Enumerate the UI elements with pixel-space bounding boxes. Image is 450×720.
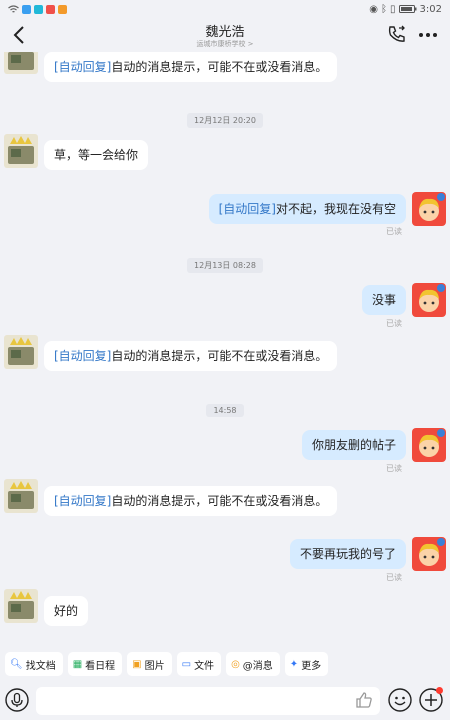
status-bar: ◉ ᛒ ▯ 3:02 xyxy=(0,0,450,18)
message-text: 对不起，我现在没有空 xyxy=(275,202,396,216)
message-bubble[interactable]: 好的 xyxy=(44,596,89,626)
voice-input-icon[interactable] xyxy=(5,688,29,712)
message-bubble[interactable]: [自动回复]对不起，我现在没有空 xyxy=(208,194,406,224)
input-row xyxy=(0,684,450,718)
message-text: 不要再玩我的号了 xyxy=(299,547,396,561)
app-icon-red xyxy=(46,4,55,14)
read-receipt: 已读 xyxy=(386,319,402,328)
message-bubble[interactable]: [自动回复]自动的消息提示，可能不在或没看消息。 xyxy=(44,341,338,371)
bluetooth-icon: ᛒ xyxy=(381,3,388,15)
timestamp: 12月12日 20:20 xyxy=(0,108,450,128)
wifi-icon xyxy=(8,4,19,12)
contact-avatar[interactable] xyxy=(4,134,38,168)
message-text: 自动的消息提示，可能不在或没看消息。 xyxy=(111,494,328,508)
message-text: 草，等一会给你 xyxy=(54,148,139,162)
quick-mention-button[interactable]: ◎ @消息 xyxy=(226,652,280,676)
eye-icon: ◉ xyxy=(369,3,379,15)
folder-icon: ▭ xyxy=(181,658,192,670)
contact-avatar[interactable] xyxy=(4,335,38,369)
message-text: 自动的消息提示，可能不在或没看消息。 xyxy=(111,349,328,363)
message-list[interactable]: [自动回复]自动的消息提示，可能不在或没看消息。 12月12日 20:20 草，… xyxy=(0,52,450,648)
contact-avatar[interactable] xyxy=(4,479,38,513)
status-left xyxy=(8,4,67,14)
quick-schedule-button[interactable]: ▦ 看日程 xyxy=(67,652,123,676)
app-icon-orange xyxy=(58,4,67,14)
battery-icon xyxy=(398,5,417,13)
quick-image-button[interactable]: ▣ 图片 xyxy=(127,652,172,676)
quick-more-button[interactable]: ✦ 更多 xyxy=(284,652,329,676)
app-icon-blue xyxy=(22,4,31,14)
message-bubble[interactable]: 草，等一会给你 xyxy=(44,140,149,170)
auto-reply-tag: [自动回复] xyxy=(218,202,276,216)
self-avatar[interactable] xyxy=(412,283,446,317)
calendar-icon: ▦ xyxy=(72,658,83,670)
more-apps-icon: ✦ xyxy=(289,658,299,670)
contact-school[interactable]: 运城市康桥学校 > xyxy=(0,39,450,49)
thumbs-up-icon[interactable] xyxy=(354,690,374,710)
read-receipt: 已读 xyxy=(386,464,402,473)
image-icon: ▣ xyxy=(132,658,142,670)
vibrate-icon: ▯ xyxy=(390,3,396,15)
message-bubble[interactable]: [自动回复]自动的消息提示，可能不在或没看消息。 xyxy=(44,486,338,516)
notification-dot xyxy=(436,687,443,694)
message-input[interactable] xyxy=(36,687,380,715)
message-bubble[interactable]: 你朋友删的帖子 xyxy=(301,430,406,460)
self-avatar[interactable] xyxy=(412,192,446,226)
message-text: 好的 xyxy=(54,604,79,618)
phone-call-icon[interactable] xyxy=(387,25,407,45)
quick-file-button[interactable]: ▭ 文件 xyxy=(176,652,222,676)
status-time: 3:02 xyxy=(419,3,442,15)
timestamp: 12月13日 08:28 xyxy=(0,253,450,273)
message-bubble[interactable]: 没事 xyxy=(361,285,406,315)
auto-reply-tag: [自动回复] xyxy=(54,349,112,363)
self-avatar[interactable] xyxy=(412,428,446,462)
status-right: ◉ ᛒ ▯ 3:02 xyxy=(369,4,442,15)
self-avatar[interactable] xyxy=(412,537,446,571)
message-bubble[interactable]: 不要再玩我的号了 xyxy=(289,539,406,569)
chat-header: 魏光浩 运城市康桥学校 > xyxy=(0,18,450,52)
contact-avatar[interactable] xyxy=(4,589,38,623)
auto-reply-tag: [自动回复] xyxy=(54,60,112,74)
more-options-icon[interactable] xyxy=(418,26,438,44)
auto-reply-tag: [自动回复] xyxy=(54,494,112,508)
search-doc-icon: 🔍︎ xyxy=(10,658,23,670)
message-text: 没事 xyxy=(371,293,396,307)
emoji-icon[interactable] xyxy=(388,688,412,712)
contact-name[interactable]: 魏光浩 xyxy=(0,21,450,40)
read-receipt: 已读 xyxy=(386,573,402,582)
message-text: 你朋友删的帖子 xyxy=(311,438,396,452)
timestamp: 14:58 xyxy=(0,398,450,417)
read-receipt: 已读 xyxy=(386,227,402,236)
app-icon-cyan xyxy=(34,4,43,14)
quick-find-doc-button[interactable]: 🔍︎ 找文档 xyxy=(5,652,63,676)
message-text: 自动的消息提示，可能不在或没看消息。 xyxy=(111,60,328,74)
quick-action-bar: 🔍︎ 找文档 ▦ 看日程 ▣ 图片 ▭ 文件 ◎ @消息 ✦ 更多 xyxy=(0,649,450,679)
at-icon: ◎ xyxy=(231,658,240,670)
contact-avatar[interactable] xyxy=(4,52,38,74)
message-bubble[interactable]: [自动回复]自动的消息提示，可能不在或没看消息。 xyxy=(44,52,338,82)
